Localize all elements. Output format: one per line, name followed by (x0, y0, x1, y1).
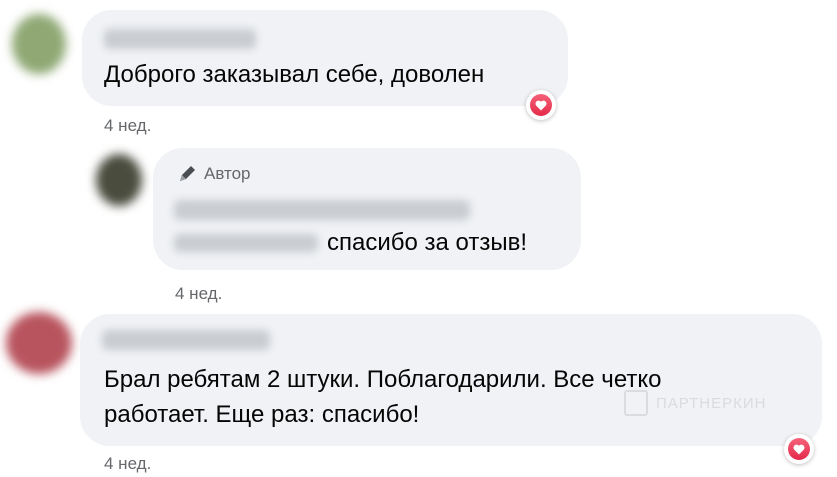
watermark-text: ПАРТНЕРКИН (656, 394, 767, 412)
commenter-avatar[interactable] (12, 14, 66, 74)
author-name-blurred[interactable] (174, 200, 470, 220)
commenter-avatar[interactable] (6, 312, 72, 374)
heart-reaction[interactable] (784, 434, 814, 464)
author-avatar[interactable] (96, 154, 142, 206)
reply-timestamp[interactable]: 4 нед. (175, 284, 222, 304)
comment-text: Доброго заказывал себе, доволен (104, 61, 485, 88)
watermark: ПАРТНЕРКИН (624, 390, 766, 416)
commenter-name-blurred[interactable] (104, 29, 256, 49)
comment-timestamp[interactable]: 4 нед. (104, 116, 151, 136)
watermark-logo-icon (624, 390, 648, 416)
reply-text: спасибо за отзыв! (327, 229, 528, 256)
comment-timestamp[interactable]: 4 нед. (104, 454, 151, 474)
heart-reaction[interactable] (526, 90, 556, 120)
heart-reaction-icon (530, 94, 552, 116)
comment-text-line1: Брал ребятам 2 штуки. Поблагодарили. Все… (104, 366, 662, 393)
commenter-name-blurred[interactable] (102, 330, 270, 350)
author-badge-label: Автор (204, 164, 251, 183)
pencil-icon (180, 166, 195, 181)
reply-text-blurred (174, 234, 318, 252)
author-badge: Автор (176, 163, 251, 185)
heart-reaction-icon (788, 438, 810, 460)
comment-text-line2: работает. Еще раз: спасибо! (104, 401, 420, 428)
